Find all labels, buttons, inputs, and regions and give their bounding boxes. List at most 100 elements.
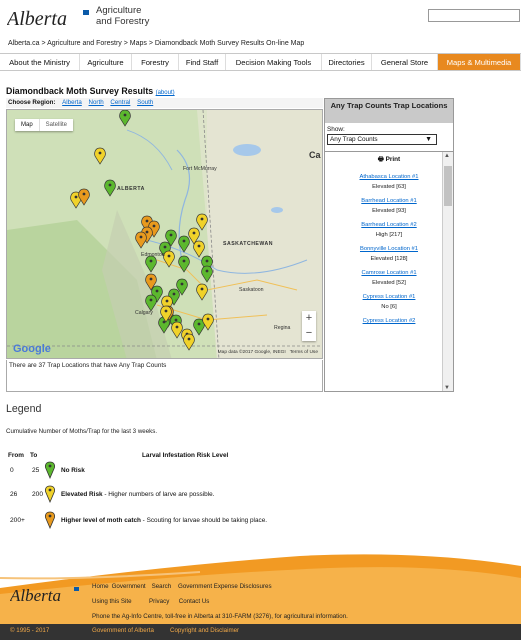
legend-title: Legend xyxy=(6,403,42,415)
scroll-thumb[interactable] xyxy=(444,166,452,206)
location-link[interactable]: Cypress Location #2 xyxy=(325,318,453,324)
legend-to-value: 25 xyxy=(32,467,40,474)
place-label-saskatoon: Saskatoon xyxy=(239,287,264,293)
legend-risk-level: No Risk xyxy=(61,467,85,474)
location-status: Elevated [93] xyxy=(372,208,406,214)
nav-decision-tools[interactable]: Decision Making Tools xyxy=(226,54,322,70)
list-scrollbar[interactable]: ▲ ▼ xyxy=(442,152,453,391)
location-item: Athabasca Location #1 Elevated [63] xyxy=(325,174,453,190)
dropdown-arrow-icon: ▼ xyxy=(425,136,432,143)
legend-from-value: 0 xyxy=(10,467,14,474)
show-filter-select[interactable]: Any Trap Counts ▼ xyxy=(327,134,437,145)
footer-phone-text: Phone the Ag-Info Centre, toll-free in A… xyxy=(92,613,348,620)
show-selected-value: Any Trap Counts xyxy=(330,136,378,143)
legend-subtitle: Cumulative Number of Moths/Trap for the … xyxy=(6,428,158,435)
location-status: Elevated [52] xyxy=(372,280,406,286)
location-item: Bonnyville Location #1 Elevated [128] xyxy=(325,246,453,262)
satellite-view-button[interactable]: Satellite xyxy=(38,119,73,131)
ministry-name: Agriculture and Forestry xyxy=(96,5,149,27)
footer-link[interactable]: Contact Us xyxy=(179,598,210,605)
search-input[interactable] xyxy=(428,9,520,22)
legend-risk-text: Higher level of moth catch - Scouting fo… xyxy=(61,517,267,524)
location-link[interactable]: Barrhead Location #1 xyxy=(325,198,453,204)
page: Alberta Agriculture and Forestry Alberta… xyxy=(0,0,521,640)
place-label-calgary: Calgary xyxy=(135,310,153,316)
legend-col-risk: Larval Infestation Risk Level xyxy=(142,452,229,459)
footer-alberta-logo[interactable]: Alberta xyxy=(10,584,82,606)
location-item: Barrhead Location #2 High [217] xyxy=(325,222,453,238)
legend-to-value: 200 xyxy=(32,491,44,498)
nav-maps-multimedia[interactable]: Maps & Multimedia xyxy=(438,54,521,70)
location-status: High [217] xyxy=(375,232,403,238)
place-label-saskatchewan: SASKATCHEWAN xyxy=(223,241,273,247)
scroll-down-icon[interactable]: ▼ xyxy=(444,385,450,391)
map-canvas[interactable] xyxy=(7,110,323,359)
main-nav: About the Ministry Agriculture Forestry … xyxy=(0,53,521,71)
footer-link[interactable]: Using this Site xyxy=(92,598,132,605)
location-link[interactable]: Barrhead Location #2 xyxy=(325,222,453,228)
legend-risk-description: - Higher numbers of larve are possible. xyxy=(102,491,215,498)
zoom-in-button[interactable]: + xyxy=(302,311,316,326)
footer-gov-link[interactable]: Government of Alberta xyxy=(92,627,154,634)
map-attribution: Map data ©2017 Google, INEGI Terms of Us… xyxy=(218,350,318,355)
footer-link[interactable]: Government Expense Disclosures xyxy=(178,583,272,590)
location-link[interactable]: Camrose Location #1 xyxy=(325,270,453,276)
region-alberta-link[interactable]: Alberta xyxy=(62,99,82,106)
location-link[interactable]: Athabasca Location #1 xyxy=(325,174,453,180)
nav-directories[interactable]: Directories xyxy=(322,54,372,70)
google-logo: Google xyxy=(13,343,51,355)
footer-link[interactable]: Search xyxy=(152,583,172,590)
region-north-link[interactable]: North xyxy=(89,99,104,106)
alberta-logo[interactable]: Alberta xyxy=(7,6,92,30)
location-items: Athabasca Location #1 Elevated [63] Barrhe… xyxy=(325,174,453,324)
footer-link[interactable]: Government xyxy=(112,583,146,590)
place-label-edmonton: Edmonton xyxy=(141,252,165,258)
scroll-up-icon[interactable]: ▲ xyxy=(444,153,450,159)
terms-link[interactable]: Terms of Use xyxy=(290,350,318,355)
nav-about-ministry[interactable]: About the Ministry xyxy=(0,54,80,70)
place-label-ca: Ca xyxy=(309,150,321,160)
location-status: No [6] xyxy=(381,304,397,310)
nav-general-store[interactable]: General Store xyxy=(372,54,438,70)
ministry-line-2: and Forestry xyxy=(96,16,150,27)
breadcrumb[interactable]: Alberta.ca > Agriculture and Forestry > … xyxy=(8,40,304,47)
nav-agriculture[interactable]: Agriculture xyxy=(80,54,132,70)
region-selector: Choose Region: Alberta North Central Sou… xyxy=(6,98,323,108)
svg-text:Alberta: Alberta xyxy=(7,8,67,30)
location-item: Camrose Location #1 Elevated [52] xyxy=(325,270,453,286)
print-button[interactable]: 🖶 Print xyxy=(325,155,453,166)
svg-text:Alberta: Alberta xyxy=(10,586,61,605)
about-link[interactable]: (about) xyxy=(156,90,175,96)
zoom-out-button[interactable]: − xyxy=(302,326,316,341)
place-label-regina: Regina xyxy=(274,325,291,331)
nav-forestry[interactable]: Forestry xyxy=(132,54,179,70)
map-type-control: Map Satellite xyxy=(15,119,74,131)
footer-link[interactable]: Home xyxy=(92,583,109,590)
legend-risk-level: Elevated Risk xyxy=(61,491,103,498)
printer-icon: 🖶 xyxy=(377,156,384,163)
footer-disclaimer-link[interactable]: Copyright and Disclaimer xyxy=(170,627,239,634)
print-label: Print xyxy=(385,156,401,163)
region-central-link[interactable]: Central xyxy=(110,99,130,106)
location-status: Elevated [63] xyxy=(372,184,406,190)
map-title-text: Diamondback Moth Survey Results xyxy=(6,86,154,96)
location-link[interactable]: Bonnyville Location #1 xyxy=(325,246,453,252)
ministry-line-1: Agriculture xyxy=(96,5,142,16)
legend-pin-icon xyxy=(44,511,56,529)
region-south-link[interactable]: South xyxy=(137,99,153,106)
location-item: Barrhead Location #1 Elevated [93] xyxy=(325,198,453,214)
location-list[interactable]: 🖶 Print Athabasca Location #1 Elevated [6… xyxy=(325,151,453,391)
map-data-text: Map data ©2017 Google, INEGI xyxy=(217,350,286,355)
legend-pin-icon xyxy=(44,461,56,479)
footer-copyright: © 1995 - 2017 xyxy=(10,627,50,634)
nav-find-staff[interactable]: Find Staff xyxy=(179,54,226,70)
footer-link[interactable]: Privacy xyxy=(149,598,169,605)
legend-pin-icon xyxy=(44,485,56,503)
location-link[interactable]: Cypress Location #1 xyxy=(325,294,453,300)
location-item: Cypress Location #1 No [6] xyxy=(325,294,453,310)
legend-risk-text: No Risk xyxy=(61,467,85,474)
map-view-button[interactable]: Map xyxy=(15,119,39,131)
survey-map[interactable]: Map Satellite Fort McMurray ALBERTA SASK… xyxy=(6,109,323,359)
panel-title: Any Trap Counts Trap Locations xyxy=(325,99,453,123)
place-label-fort-mcmurray: Fort McMurray xyxy=(183,166,217,172)
